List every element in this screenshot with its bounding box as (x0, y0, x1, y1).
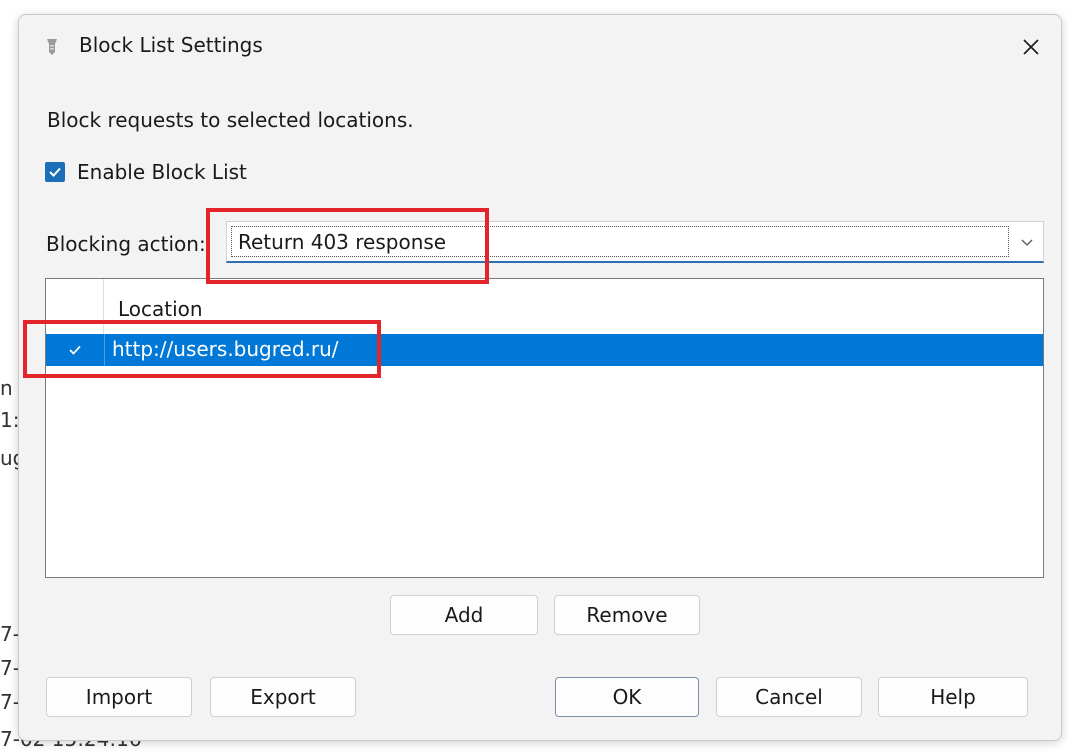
location-url: http://users.bugred.ru/ (112, 337, 339, 361)
check-icon (69, 345, 81, 355)
check-icon (49, 167, 61, 177)
header-check-column (46, 279, 104, 334)
blocking-action-label: Blocking action: (46, 232, 206, 256)
app-icon (47, 39, 57, 55)
bg-text-fragment: 1: (0, 408, 20, 432)
block-list-settings-dialog: Block List Settings Block requests to se… (18, 14, 1062, 741)
ok-button[interactable]: OK (555, 677, 699, 717)
enable-block-list-checkbox[interactable]: Enable Block List (45, 160, 247, 184)
bg-text-fragment: 7- (0, 656, 20, 680)
cancel-button[interactable]: Cancel (716, 677, 862, 717)
enable-block-list-label: Enable Block List (77, 160, 247, 184)
import-button[interactable]: Import (46, 677, 192, 717)
dialog-title: Block List Settings (79, 33, 263, 57)
remove-button[interactable]: Remove (554, 595, 700, 635)
row-checkbox[interactable] (46, 334, 104, 366)
list-item[interactable]: http://users.bugred.ru/ (46, 334, 1043, 366)
close-icon (1023, 39, 1039, 55)
chevron-down-icon (1021, 239, 1033, 246)
title-bar: Block List Settings (19, 15, 1061, 77)
dialog-description: Block requests to selected locations. (47, 108, 414, 132)
bg-text-fragment: 7- (0, 690, 20, 714)
blocking-action-select[interactable]: Return 403 response (226, 221, 1044, 263)
add-button[interactable]: Add (390, 595, 538, 635)
close-button[interactable] (1013, 29, 1049, 65)
bg-text-fragment: 7- (0, 622, 20, 646)
checkbox-box[interactable] (45, 162, 65, 182)
bg-text-fragment: n (0, 376, 13, 400)
location-list[interactable]: Location http://users.bugred.ru/ (45, 278, 1044, 578)
column-divider (104, 334, 105, 366)
list-header: Location (46, 279, 1043, 334)
export-button[interactable]: Export (210, 677, 356, 717)
column-header-location[interactable]: Location (118, 297, 203, 321)
help-button[interactable]: Help (878, 677, 1028, 717)
blocking-action-value: Return 403 response (231, 226, 1009, 257)
